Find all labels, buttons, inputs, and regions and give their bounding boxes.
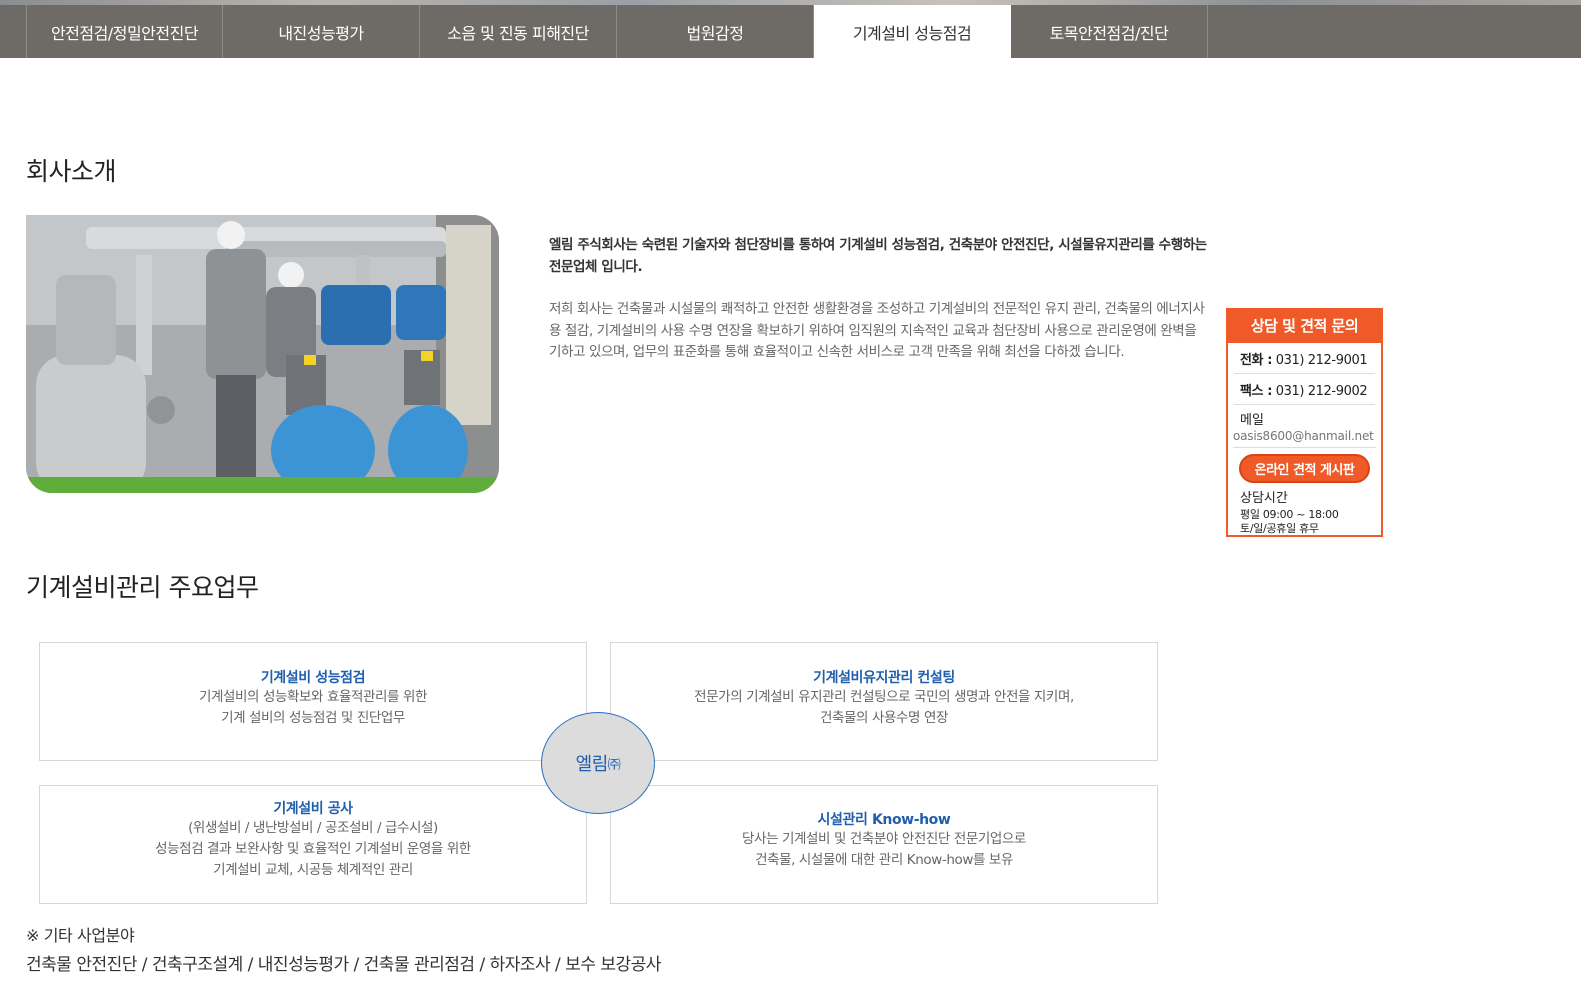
service-card-line: 당사는 기계설비 및 건축분야 안전진단 전문기업으로 [742,831,1026,847]
online-estimate-button[interactable]: 온라인 견적 게시판 [1239,454,1370,483]
mail-address[interactable]: oasis8600@hanmail.net [1233,428,1376,448]
company-suffix: ㈜ [607,757,621,773]
other-business: ※ 기타 사업분야 건축물 안전진단 / 건축구조설계 / 내진성능평가 / 건… [26,922,661,975]
phone-row: 전화 : 031) 212-9001 [1234,343,1375,374]
service-card-line: 건축물의 사용수명 연장 [820,710,948,726]
service-tabs: 안전점검/정밀안전진단 내진성능평가 소음 및 진동 피해진단 법원감정 기계설… [26,5,1208,58]
service-card-title: 기계설비 성능점검 [260,670,366,686]
company-intro-title: 회사소개 [26,157,117,186]
company-logo-circle: 엘림 ㈜ [541,712,655,814]
consultation-title: 상담 및 견적 문의 [1228,310,1381,343]
service-card-performance: 기계설비 성능점검 기계설비의 성능확보와 효율적관리를 위한 기계 설비의 성… [39,642,587,761]
service-card-title: 기계설비 공사 [273,801,353,817]
phone-label: 전화 : [1240,353,1273,368]
service-card-line: 성능점검 결과 보완사항 및 효율적인 기계설비 운영을 위한 [155,841,471,857]
tab-court-appraisal[interactable]: 법원감정 [617,5,814,58]
service-card-knowhow: 시설관리 Know-how 당사는 기계설비 및 건축분야 안전진단 전문기업으… [610,785,1158,904]
service-card-line: 기계설비 교체, 시공등 체계적인 관리 [213,862,413,878]
phone-number[interactable]: 031) 212-9001 [1276,353,1368,368]
consultation-box: 상담 및 견적 문의 전화 : 031) 212-9001 팩스 : 031) … [1226,308,1383,537]
fax-number: 031) 212-9002 [1275,384,1368,399]
top-nav-bar: 안전점검/정밀안전진단 내진성능평가 소음 및 진동 피해진단 법원감정 기계설… [0,0,1581,58]
service-card-line: 건축물, 시설물에 대한 관리 Know-how를 보유 [755,852,1013,868]
service-card-line: 기계 설비의 성능점검 및 진단업무 [221,710,405,726]
service-card-construction: 기계설비 공사 (위생설비 / 냉난방설비 / 공조설비 / 급수시설) 성능점… [39,785,587,904]
fax-label: 팩스 : [1240,384,1273,399]
company-description: 엘림 주식회사는 숙련된 기술자와 첨단장비를 통하여 기계설비 성능점검, 건… [549,234,1209,364]
hours-text: 평일 09:00 ~ 18:00 토/일/공휴일 휴무 [1228,506,1381,536]
mail-label: 메일 [1240,413,1264,428]
tab-civil-safety[interactable]: 토목안전점검/진단 [1011,5,1208,58]
tab-noise-vibration[interactable]: 소음 및 진동 피해진단 [420,5,617,58]
hours-label: 상담시간 [1240,491,1288,506]
other-business-list: 건축물 안전진단 / 건축구조설계 / 내진성능평가 / 건축물 관리점검 / … [26,955,661,975]
tab-seismic-evaluation[interactable]: 내진성능평가 [223,5,420,58]
main-services-title: 기계설비관리 주요업무 [26,573,259,602]
hours-weekday: 평일 09:00 ~ 18:00 [1240,508,1339,521]
fax-row: 팩스 : 031) 212-9002 [1234,374,1375,405]
service-card-title: 기계설비유지관리 컨설팅 [813,670,955,686]
company-body-text: 저희 회사는 건축물과 시설물의 쾌적하고 안전한 생활환경을 조성하고 기계설… [549,301,1205,360]
equipment-photo [26,215,499,493]
service-card-line: (위생설비 / 냉난방설비 / 공조설비 / 급수시설) [188,820,438,836]
service-card-consulting: 기계설비유지관리 컨설팅 전문가의 기계설비 유지관리 컨설팅으로 국민의 생명… [610,642,1158,761]
hours-closed: 토/일/공휴일 휴무 [1240,522,1319,535]
tab-safety-inspection[interactable]: 안전점검/정밀안전진단 [26,5,223,58]
service-card-line: 전문가의 기계설비 유지관리 컨설팅으로 국민의 생명과 안전을 지키며, [694,689,1074,705]
service-card-title: 시설관리 Know-how [817,812,951,828]
service-card-line: 기계설비의 성능확보와 효율적관리를 위한 [198,689,428,705]
company-name: 엘림 [575,754,609,775]
other-business-heading: ※ 기타 사업분야 [26,926,135,945]
company-lead-text: 엘림 주식회사는 숙련된 기술자와 첨단장비를 통하여 기계설비 성능점검, 건… [549,237,1207,275]
tab-mechanical-inspection[interactable]: 기계설비 성능점검 [814,5,1011,58]
